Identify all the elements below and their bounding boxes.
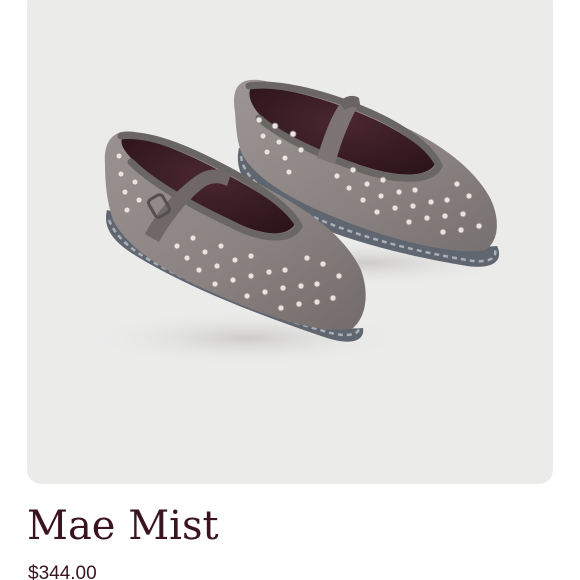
product-page: Mae Mist $344.00 [0,0,580,580]
product-image-card[interactable] [27,0,553,484]
product-price: $344.00 [28,563,97,580]
product-name[interactable]: Mae Mist [27,500,219,552]
product-photo[interactable] [27,0,553,484]
